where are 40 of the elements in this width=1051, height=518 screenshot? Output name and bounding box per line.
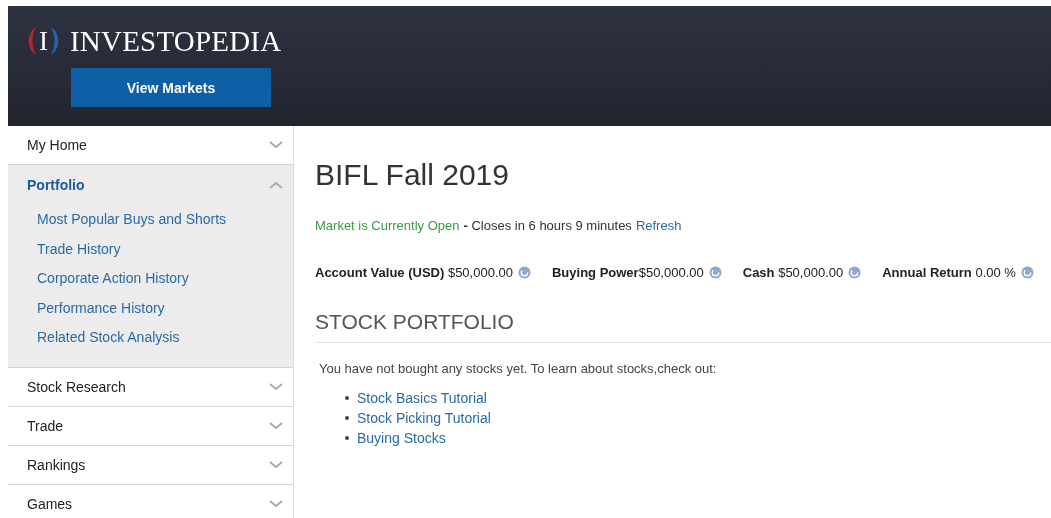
sidebar-item[interactable]: My Home <box>8 126 293 164</box>
bullet-icon <box>345 436 349 440</box>
sidebar-item[interactable]: Portfolio <box>8 165 293 205</box>
info-message: You have not bought any stocks yet. To learn about stocks,check out: <box>319 361 718 376</box>
view-markets-button[interactable]: View Markets <box>71 68 271 107</box>
chevron-down-icon <box>269 460 283 469</box>
help-icon[interactable] <box>1020 266 1034 279</box>
sidebar-subitem[interactable]: Corporate Action History <box>37 264 293 294</box>
help-icon[interactable] <box>708 266 722 279</box>
section-title: STOCK PORTFOLIO <box>315 310 1051 343</box>
account-stat: Annual Return 0.00 % <box>882 265 1016 280</box>
logo-text: INVESTOPEDIA <box>70 24 282 58</box>
help-icon[interactable] <box>848 266 862 279</box>
chevron-up-icon <box>269 181 283 189</box>
chevron-down-icon <box>269 421 283 430</box>
sidebar-item[interactable]: Trade <box>8 406 293 445</box>
bullet-icon <box>345 396 349 400</box>
sidebar-item[interactable]: Stock Research <box>8 367 293 406</box>
tutorial-link[interactable]: Stock Picking Tutorial <box>357 410 491 426</box>
bullet-icon <box>345 416 349 420</box>
sidebar-subitem[interactable]: Related Stock Analysis <box>37 323 293 353</box>
chevron-down-icon <box>269 141 283 149</box>
refresh-link[interactable]: Refresh <box>635 218 682 233</box>
chevron-down-icon <box>269 499 283 508</box>
account-stat: Buying Power$50,000.00 <box>552 265 704 280</box>
account-stat: Cash $50,000.00 <box>742 265 844 280</box>
tutorial-link[interactable]: Buying Stocks <box>357 430 446 446</box>
chevron-down-icon <box>269 382 283 391</box>
tutorial-link[interactable]: Stock Basics Tutorial <box>357 390 487 406</box>
sidebar-subitem[interactable]: Trade History <box>37 234 293 264</box>
market-close-time: - Closes in 6 hours 9 minutes <box>463 218 632 233</box>
market-status: Market is Currently Open <box>315 218 460 233</box>
sidebar-item[interactable]: Games <box>8 484 293 518</box>
sidebar-subitem[interactable]: Most Popular Buys and Shorts <box>37 205 293 235</box>
logo-mark: I <box>39 25 48 57</box>
page-title: BIFL Fall 2019 <box>315 158 510 192</box>
account-stat: Account Value (USD) $50,000.00 <box>315 265 513 280</box>
sidebar-subitem[interactable]: Performance History <box>37 293 293 323</box>
help-icon[interactable] <box>518 266 531 279</box>
sidebar-item[interactable]: Rankings <box>8 445 293 484</box>
